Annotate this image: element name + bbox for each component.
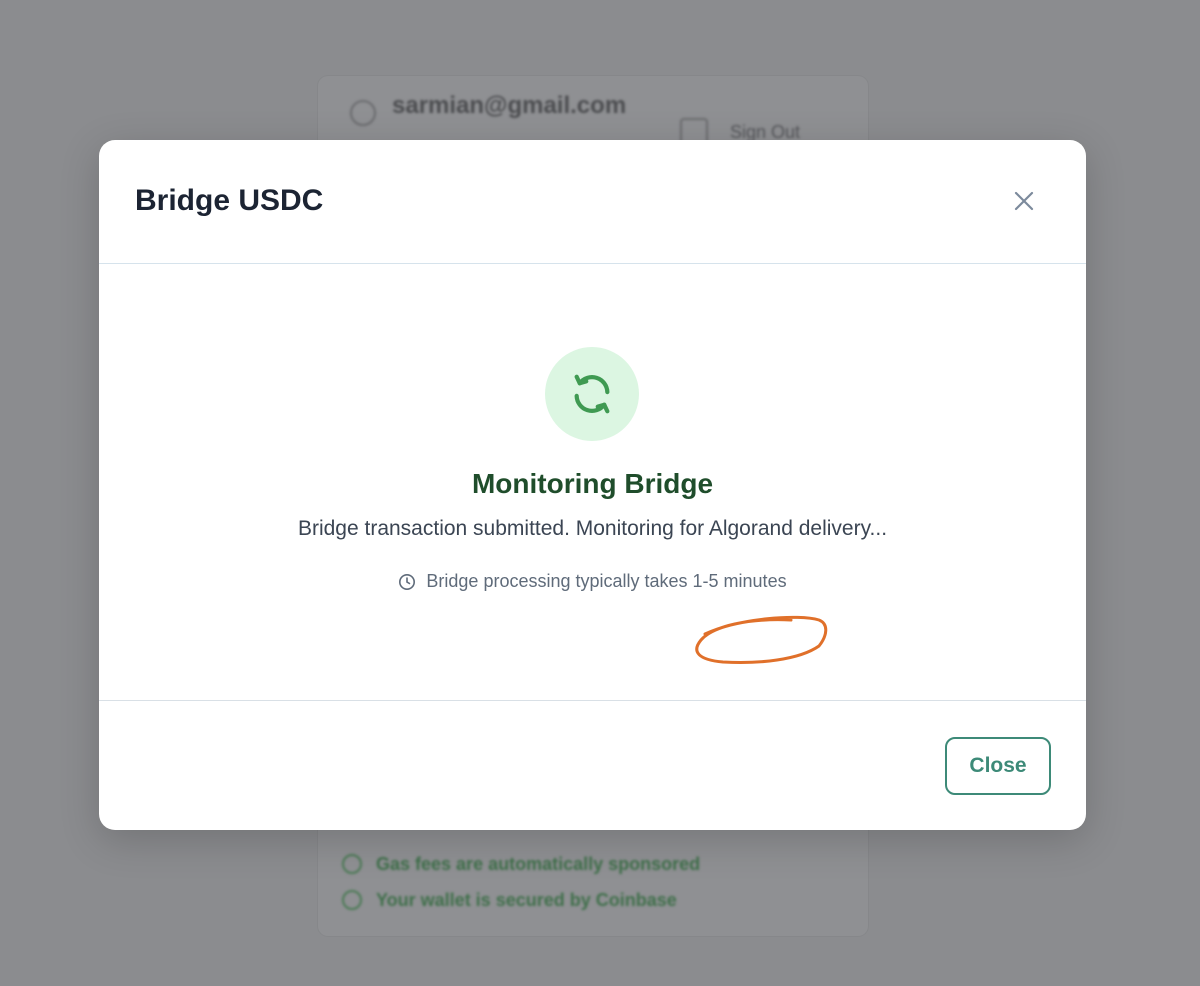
user-icon [350, 100, 376, 126]
status-message: Bridge transaction submitted. Monitoring… [297, 517, 888, 540]
processing-note: Bridge processing typically takes 1-5 mi… [99, 571, 1086, 592]
background-feature-text: Your wallet is secured by Coinbase [376, 889, 677, 910]
modal-header: Bridge USDC [99, 140, 1086, 264]
modal-title: Bridge USDC [135, 184, 324, 217]
background-feature-item: Gas fees are automatically sponsored [342, 846, 700, 882]
modal-footer: Close [99, 700, 1086, 830]
status-icon-badge [545, 347, 639, 441]
bridge-modal: Bridge USDC Monitoring Bridge Bridge tra… [99, 140, 1086, 830]
status-title: Monitoring Bridge [471, 468, 714, 499]
annotation-circle [695, 615, 828, 664]
check-circle-icon [342, 854, 362, 874]
close-button[interactable]: Close [945, 737, 1051, 795]
clock-icon [399, 573, 416, 590]
refresh-icon [574, 374, 610, 414]
modal-body: Monitoring Bridge Bridge transaction sub… [99, 264, 1086, 700]
background-user-email: sarmian@gmail.com [392, 92, 627, 119]
processing-note-text: Bridge processing typically takes 1-5 mi… [426, 571, 787, 591]
background-feature-text: Gas fees are automatically sponsored [376, 853, 701, 874]
close-icon[interactable] [1007, 184, 1041, 218]
background-feature-item: Your wallet is secured by Coinbase [342, 882, 700, 918]
background-user-info: sarmian@gmail.com [350, 92, 626, 126]
check-circle-icon [342, 890, 362, 910]
background-feature-list: Gas fees are automatically sponsored You… [342, 846, 700, 918]
